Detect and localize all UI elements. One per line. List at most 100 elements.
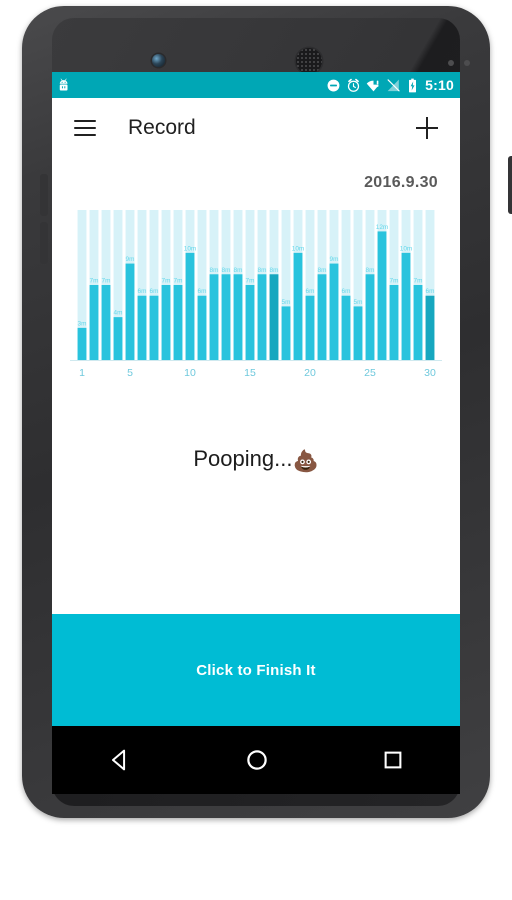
bar-value-label: 8m xyxy=(222,267,231,274)
bar-15 xyxy=(245,285,255,360)
bar-3 xyxy=(101,285,111,360)
bar-value-label: 7m xyxy=(414,278,423,285)
bar-value-label: 8m xyxy=(366,267,375,274)
bar-value-label: 10m xyxy=(400,245,412,252)
bar-9 xyxy=(173,285,183,360)
bar-value-label: 12m xyxy=(376,224,388,231)
x-tick-label: 30 xyxy=(424,367,436,379)
bar-30 xyxy=(425,295,435,360)
bar-23 xyxy=(341,295,351,360)
bar-14 xyxy=(233,274,243,360)
x-tick-label: 15 xyxy=(244,367,256,379)
poop-emoji-icon: 💩 xyxy=(292,450,319,473)
bar-value-label: 10m xyxy=(292,245,304,252)
phone-screen: 5:10 Record 2016.9.30 3m 7m 7m 4m 9m 6m 6m 7m 7m… xyxy=(52,72,460,794)
dnd-icon xyxy=(327,79,340,91)
bar-value-label: 10m xyxy=(184,245,196,252)
bar-value-label: 6m xyxy=(342,288,351,295)
bar-value-label: 9m xyxy=(126,256,135,263)
bar-17 xyxy=(269,274,279,360)
bar-1 xyxy=(77,327,87,360)
bar-value-label: 7m xyxy=(174,278,183,285)
bar-7 xyxy=(149,295,159,360)
bar-26 xyxy=(377,231,387,360)
bar-21 xyxy=(317,274,327,360)
bar-10 xyxy=(185,252,195,360)
bar-value-label: 8m xyxy=(234,267,243,274)
bar-29 xyxy=(413,285,423,360)
bar-value-label: 7m xyxy=(162,278,171,285)
x-tick-label: 10 xyxy=(184,367,196,379)
bar-value-label: 5m xyxy=(282,299,291,306)
wifi-alert-icon xyxy=(366,80,379,91)
status-bar-system-icons: 5:10 xyxy=(326,77,454,93)
bar-value-label: 8m xyxy=(210,267,219,274)
hamburger-bar-2 xyxy=(74,127,96,129)
bar-25 xyxy=(365,274,375,360)
x-tick-label: 1 xyxy=(79,367,85,379)
page-title: Record xyxy=(128,116,196,139)
x-tick-label: 20 xyxy=(304,367,316,379)
bar-value-label: 6m xyxy=(150,288,159,295)
bar-value-label: 6m xyxy=(306,288,315,295)
light-sensor-icon xyxy=(464,60,470,66)
bar-value-label: 9m xyxy=(330,256,339,263)
activity-status-text: Pooping... xyxy=(193,446,293,471)
bar-value-label: 6m xyxy=(138,288,147,295)
bar-2 xyxy=(89,285,99,360)
home-button-icon[interactable] xyxy=(243,746,271,774)
app-toolbar: Record xyxy=(52,98,460,158)
hamburger-menu-icon[interactable] xyxy=(74,120,96,136)
notification-android-icon xyxy=(59,78,68,90)
finish-button-label: Click to Finish It xyxy=(196,661,316,679)
volume-up-button[interactable] xyxy=(40,174,48,216)
battery-charging-icon xyxy=(409,78,417,92)
proximity-sensor-icon xyxy=(448,60,454,66)
recents-button-icon[interactable] xyxy=(380,747,406,773)
signal-off-icon xyxy=(387,78,400,91)
plus-icon[interactable] xyxy=(416,117,438,139)
bar-value-label: 8m xyxy=(270,267,279,274)
bar-18 xyxy=(281,306,291,360)
bar-13 xyxy=(221,274,231,360)
x-tick-label: 25 xyxy=(364,367,376,379)
hamburger-bar-1 xyxy=(74,120,96,122)
bar-chart-canvas: 3m7m 7m4m9m6m 6m7m 7m10m6m8m 8m 8m7m8m 8m5m10m… xyxy=(70,210,442,379)
finish-button[interactable]: Click to Finish It xyxy=(52,614,460,726)
power-button[interactable] xyxy=(508,156,512,214)
bar-16 xyxy=(257,274,267,360)
volume-down-button[interactable] xyxy=(40,222,48,264)
record-date: 2016.9.30 xyxy=(364,174,438,191)
bar-12 xyxy=(209,274,219,360)
bar-11 xyxy=(197,295,207,360)
status-bar: 5:10 xyxy=(52,72,460,98)
bar-value-label: 5m xyxy=(354,299,363,306)
earpiece-speaker-icon xyxy=(296,48,322,74)
bar-value-label: 7m xyxy=(246,278,255,285)
bar-20 xyxy=(305,295,315,360)
x-tick-label: 5 xyxy=(127,367,133,379)
back-button-icon[interactable] xyxy=(106,746,134,774)
bar-27 xyxy=(389,285,399,360)
android-nav-bar xyxy=(52,726,460,794)
bar-value-label: 3m xyxy=(78,320,87,327)
bar-value-label: 6m xyxy=(426,288,435,295)
bar-8 xyxy=(161,285,171,360)
bar-value-label: 7m xyxy=(90,278,99,285)
hamburger-bar-3 xyxy=(74,134,96,136)
status-bar-clock: 5:10 xyxy=(425,77,454,93)
bar-value-label: 4m xyxy=(114,310,123,317)
bar-value-label: 6m xyxy=(198,288,207,295)
bar-6 xyxy=(137,295,147,360)
bar-value-label: 7m xyxy=(390,278,399,285)
bar-24 xyxy=(353,306,363,360)
records-bar-chart: 3m 7m 7m 4m 9m 6m 6m 7m 7m 10m 6m 8m 8m 8m 7m 8m 8m 5m 10m… xyxy=(52,206,460,386)
front-camera-icon xyxy=(152,54,165,67)
bar-value-label: 8m xyxy=(258,267,267,274)
device-frame: 5:10 Record 2016.9.30 3m 7m 7m 4m 9m 6m 6m 7m 7m… xyxy=(0,0,512,900)
bar-19 xyxy=(293,252,303,360)
bar-value-label: 8m xyxy=(318,267,327,274)
alarm-icon xyxy=(348,78,360,92)
bar-5 xyxy=(125,263,135,360)
bar-22 xyxy=(329,263,339,360)
